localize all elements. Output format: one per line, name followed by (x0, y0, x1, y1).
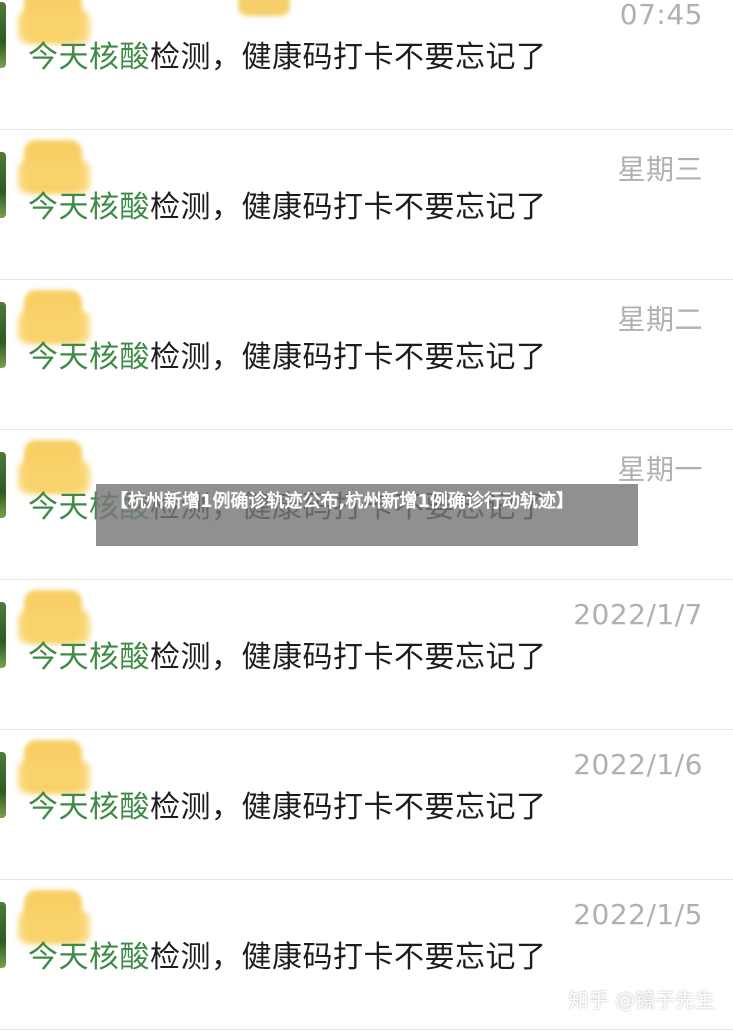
message-text: 检测，健康码打卡不要忘记了 (150, 940, 547, 975)
message-highlight: 今天核酸 (28, 790, 150, 825)
message-text: 检测，健康码打卡不要忘记了 (150, 190, 547, 225)
avatar (0, 2, 6, 68)
message-highlight: 今天核酸 (28, 940, 150, 975)
message-time: 2022/1/5 (573, 898, 703, 931)
message-time: 07:45 (619, 0, 703, 31)
message-highlight: 今天核酸 (28, 40, 150, 75)
message-preview: 今天核酸检测，健康码打卡不要忘记了 (28, 182, 547, 226)
message-text: 检测，健康码打卡不要忘记了 (150, 340, 547, 375)
message-text: 检测，健康码打卡不要忘记了 (150, 790, 547, 825)
avatar (0, 152, 6, 218)
message-preview: 今天核酸检测，健康码打卡不要忘记了 (28, 632, 547, 676)
message-time: 星期二 (617, 303, 703, 336)
banner-text: 【杭州新增1例确诊轨迹公布,杭州新增1例确诊行动轨迹】 (110, 491, 574, 512)
message-row[interactable]: 星期二今天核酸检测，健康码打卡不要忘记了 (0, 280, 733, 430)
message-text: 检测，健康码打卡不要忘记了 (150, 640, 547, 675)
message-row[interactable]: 星期三今天核酸检测，健康码打卡不要忘记了 (0, 130, 733, 280)
message-text: 检测，健康码打卡不要忘记了 (150, 40, 547, 75)
message-time: 2022/1/7 (573, 598, 703, 631)
message-preview: 今天核酸检测，健康码打卡不要忘记了 (28, 32, 547, 76)
avatar (0, 452, 6, 518)
message-time: 星期一 (617, 453, 703, 486)
avatar (0, 752, 6, 818)
message-highlight: 今天核酸 (28, 340, 150, 375)
message-highlight: 今天核酸 (28, 640, 150, 675)
avatar (0, 602, 6, 668)
message-preview: 今天核酸检测，健康码打卡不要忘记了 (28, 932, 547, 976)
message-row[interactable]: 2022/1/7 今天核酸检测，健康码打卡不要忘记了 (0, 580, 733, 730)
overlay-banner: 【杭州新增1例确诊轨迹公布,杭州新增1例确诊行动轨迹】 (96, 484, 638, 546)
message-row[interactable]: 07:45 今天核酸检测，健康码打卡不要忘记了 (0, 0, 733, 130)
avatar (0, 302, 6, 368)
message-row[interactable]: 2022/1/6 今天核酸检测，健康码打卡不要忘记了 (0, 730, 733, 880)
message-highlight: 今天核酸 (28, 190, 150, 225)
message-preview: 今天核酸检测，健康码打卡不要忘记了 (28, 332, 547, 376)
avatar (0, 902, 6, 968)
chat-list: 07:45 今天核酸检测，健康码打卡不要忘记了 星期三 今天核酸检测，健康码打卡不要忘… (0, 0, 733, 1031)
message-preview: 今天核酸检测，健康码打卡不要忘记了 (28, 782, 547, 826)
message-time: 星期三 (617, 153, 703, 186)
watermark-text: 知乎 @镜子先生 (568, 988, 715, 1012)
message-time: 2022/1/6 (573, 748, 703, 781)
